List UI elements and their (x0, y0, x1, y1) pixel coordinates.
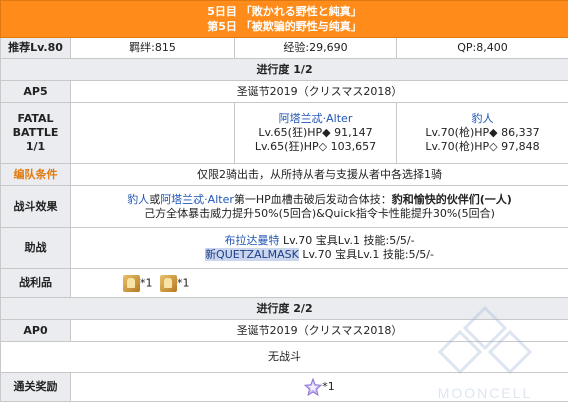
drops-label: 战利品 (0, 268, 71, 298)
support-label: 助战 (0, 227, 71, 269)
effect-trigger: 第一HP血槽击破后发动合体技： (233, 192, 392, 206)
event-name-1: 圣诞节2019（クリスマス2018） (69, 80, 568, 103)
clear-reward-cell: *1 (69, 372, 568, 402)
enemy-1-hp2: Lv.65(狂)HP◇ 103,657 (254, 140, 377, 153)
effect-line2: 己方全体暴击威力提升50%(5回合)&Quick指令卡性能提升30%(5回合) (144, 206, 495, 220)
recommend-level: 推荐Lv.80 (0, 37, 71, 59)
effect-or: 或 (149, 192, 161, 206)
quest-title-cn: 第5日 「被欺骗的野性与纯真」 (207, 20, 362, 33)
battle-label-line1: FATAL (17, 112, 54, 125)
support-1-info: Lv.70 宝具Lv.1 技能:5/5/- (279, 234, 415, 247)
qp-value: QP:8,400 (395, 37, 568, 59)
formation-text: 仅限2骑出击，从所持从者与支援从者中各选择1骑 (69, 163, 568, 186)
clear-reward-label: 通关奖励 (0, 372, 71, 402)
battle-effect-label: 战斗效果 (0, 185, 71, 228)
battle-effect-cell: 豹人或阿塔兰忒·Alter第一HP血槽击破后发动合体技：豹和愉快的伙伴们(一人)… (69, 185, 568, 228)
support-2-link[interactable]: 新QUETZALMASK (205, 248, 299, 261)
enemy-empty-cell (70, 102, 235, 164)
progress-1-header: 进行度 1/2 (0, 58, 568, 81)
enemy-cell-1: 阿塔兰忒·Alter Lv.65(狂)HP◆ 91,147 Lv.65(狂)HP… (234, 102, 397, 164)
effect-combo-name: 豹和愉快的伙伴们(一人) (391, 192, 512, 206)
reward-count: *1 (322, 380, 335, 393)
bond-value: 羁绊:815 (70, 37, 235, 59)
enemy-2-link[interactable]: 豹人 (472, 112, 494, 125)
enemy-cell-2: 豹人 Lv.70(枪)HP◆ 86,337 Lv.70(枪)HP◇ 97,848 (395, 102, 568, 164)
effect-link-leopard[interactable]: 豹人 (127, 193, 149, 206)
fatal-battle-label: FATAL BATTLE 1/1 (0, 102, 71, 164)
drop-2-count: *1 (177, 276, 190, 289)
ap-cost-1: AP5 (0, 80, 71, 103)
ap-cost-2: AP0 (0, 319, 71, 342)
saint-quartz-icon[interactable] (304, 378, 323, 396)
enemy-1-link[interactable]: 阿塔兰忒·Alter (279, 112, 353, 125)
enemy-2-hp2: Lv.70(枪)HP◇ 97,848 (425, 140, 540, 153)
drop-item-icon[interactable] (160, 274, 177, 292)
formation-condition-link[interactable]: 编队条件 (14, 168, 58, 181)
progress-2-header: 进行度 2/2 (0, 297, 568, 320)
quest-table: 5日目 「敗かれる野性と純真」 第5日 「被欺骗的野性与纯真」 推荐Lv.80 … (0, 0, 568, 402)
effect-link-atalante[interactable]: 阿塔兰忒·Alter (160, 193, 234, 206)
exp-value: 经验:29,690 (234, 37, 397, 59)
enemy-2-hp1: Lv.70(枪)HP◆ 86,337 (425, 126, 540, 139)
quest-title-jp: 5日目 「敗かれる野性と純真」 (207, 5, 362, 18)
no-battle: 无战斗 (0, 341, 568, 373)
battle-label-line3: 1/1 (25, 140, 46, 153)
enemy-1-hp1: Lv.65(狂)HP◆ 91,147 (258, 126, 373, 139)
support-1-link[interactable]: 布拉达曼特 (224, 234, 279, 247)
support-2-info: Lv.70 宝具Lv.1 技能:5/5/- (298, 248, 434, 261)
battle-label-line2: BATTLE (12, 126, 59, 139)
drop-item-icon[interactable] (123, 274, 140, 292)
support-cell: 布拉达曼特 Lv.70 宝具Lv.1 技能:5/5/- 新QUETZALMASK… (69, 227, 568, 269)
quest-title-cell: 5日目 「敗かれる野性と純真」 第5日 「被欺骗的野性与纯真」 (0, 0, 568, 38)
event-name-2: 圣诞节2019（クリスマス2018） (69, 319, 568, 342)
drop-1-count: *1 (140, 276, 153, 289)
drops-cell: *1 *1 (69, 268, 568, 298)
